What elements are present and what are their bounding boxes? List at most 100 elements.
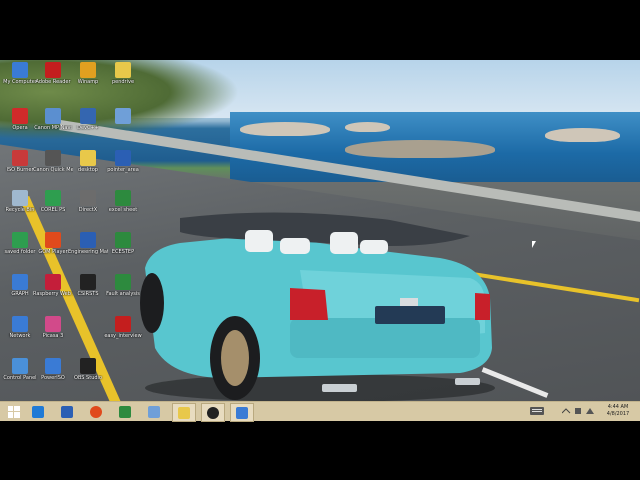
desktop-icon[interactable]: Winamp [68,62,108,85]
computer-icon [12,62,28,78]
word-icon[interactable] [56,403,78,420]
file-explorer-icon [178,406,190,419]
desktop: My Computer Adobe Reader Winamp pendrive Ope… [0,60,640,420]
raspberry-icon [45,274,61,290]
clock-date: 4/8/2017 [606,411,630,417]
excel-icon [115,190,131,206]
desktop-icon[interactable]: GOM Player [33,232,73,255]
folder-icon [12,232,28,248]
desktop-icon-label: Adobe Reader [35,79,71,85]
desktop-icon-label: excel sheet [108,207,138,213]
wallpaper-rock [345,122,390,132]
desktop-icon[interactable]: Canon MP Navi [33,108,73,131]
desktop-icon-label: ECESTEP [111,249,135,255]
doc-icon [80,232,96,248]
desktop-icon[interactable]: excel sheet [103,190,143,213]
document-icon [115,108,131,124]
desktop-icon[interactable]: pendrive [103,62,143,85]
desktop-icon[interactable]: DevC++ [68,108,108,131]
desktop-icon[interactable]: easy_interview [103,316,143,339]
excel-icon [119,405,131,418]
desktop-icon-label: DirectX [78,207,98,213]
winamp-icon [80,62,96,78]
desktop-icon-label: pendrive [111,79,135,85]
picasa-icon [45,316,61,332]
obs-icon [207,406,219,419]
desktop-icon-label: Canon MP Navi [34,125,72,131]
desktop-icon-label: pointer_area [107,167,139,173]
desktop-icon[interactable]: Raspberry Web Server [33,274,73,297]
image-viewer-icon [236,406,248,419]
desktop-icon-label: OBS Studio [74,375,102,381]
desktop-icon[interactable] [103,108,143,125]
folder-icon [115,62,131,78]
wallpaper-rock [240,122,330,136]
canon-menu-icon [45,150,61,166]
desktop-icon-label: COREL PS [40,207,66,213]
desktop-icon-label: easy_interview [104,333,142,339]
desktop-icon[interactable]: Picasa 3 [33,316,73,339]
internet-explorer-icon [32,405,44,418]
desktop-icon[interactable]: desktop [68,150,108,173]
desktop-icon[interactable]: Adobe Reader [33,62,73,85]
corel-icon [45,190,61,206]
file-explorer-icon[interactable] [172,403,196,422]
desktop-icon-label: CSIRSTS [77,291,99,297]
network-icon [12,316,28,332]
gom-icon [45,232,61,248]
desktop-icon-label: Raspberry Web Server [33,291,73,297]
desktop-icon[interactable]: Engineering Mathematics [68,232,108,255]
desktop-icon-label: Winamp [77,79,99,85]
windows-start-icon[interactable] [3,403,25,420]
control-panel-icon [12,358,28,374]
desktop-icon[interactable]: Fault analysis [103,274,143,297]
recycle-bin-icon [12,190,28,206]
desktop-icon-label: Picasa 3 [42,333,64,339]
desktop-icon[interactable]: pointer_area [103,150,143,173]
poweriso-icon [45,358,61,374]
word-doc-icon [115,150,131,166]
desktop-icon[interactable]: OBS Studio [68,358,108,381]
chrome-icon[interactable] [85,403,107,420]
folder-icon [80,150,96,166]
terminal-icon [80,274,96,290]
desktop-icon[interactable]: Canon Quick Menu [33,150,73,173]
desktop-icon[interactable]: CSIRSTS [68,274,108,297]
desktop-icon[interactable]: COREL PS [33,190,73,213]
obs-icon [80,358,96,374]
desktop-icon-label: desktop [78,167,98,173]
desktop-icon[interactable]: PowerISO [33,358,73,381]
devcpp-icon [80,108,96,124]
wallpaper-rock [345,140,495,158]
desktop-icon-label: DevC++ [77,125,99,131]
iso-icon [12,150,28,166]
desktop-icon[interactable]: ECESTEP [103,232,143,255]
mouse-cursor [532,241,536,248]
desktop-icon[interactable] [68,316,108,333]
desktop-icon-label: Engineering Mathematics [68,249,108,255]
image-viewer-icon[interactable] [230,403,254,422]
keyboard-icon[interactable] [530,407,544,417]
notepad-icon[interactable] [143,403,165,420]
system-clock[interactable]: 4:44 AM 4/8/2017 [604,404,632,418]
graph-icon [12,274,28,290]
obs-icon[interactable] [201,403,225,422]
chrome-icon [90,405,102,418]
desktop-icon-label: Fault analysis [106,291,140,297]
desktop-icon[interactable]: DirectX [68,190,108,213]
desktop-icon-label: PowerISO [41,375,65,381]
internet-explorer-icon[interactable] [27,403,49,420]
pdf-icon [45,62,61,78]
excel-icon[interactable] [114,403,136,420]
pdf-icon [115,316,131,332]
opera-icon [12,108,28,124]
desktop-icon-label: GOM Player [38,249,68,255]
directx-icon [80,190,96,206]
wallpaper-rock [545,128,620,142]
excel-icon [115,274,131,290]
notepad-icon [148,405,160,418]
wallpaper-car [140,212,495,402]
desktop-icon-label: Canon Quick Menu [33,167,73,173]
tray-icons[interactable] [561,407,598,417]
clock-time: 4:44 AM [607,404,629,410]
